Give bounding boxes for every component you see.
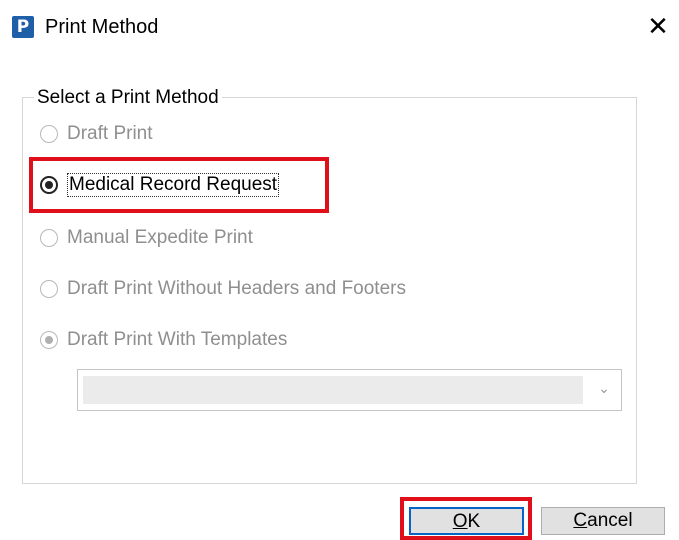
title-bar: P Print Method ✕ <box>0 0 679 60</box>
app-icon: P <box>12 16 34 38</box>
radio-circle-icon <box>40 125 58 143</box>
dialog-title: Print Method <box>45 16 159 38</box>
radio-circle-icon <box>40 280 58 298</box>
template-select-value <box>83 376 583 404</box>
cancel-label: ancel <box>587 510 633 531</box>
radio-label: Draft Print Without Headers and Footers <box>67 278 406 299</box>
radio-manual-expedite-print[interactable]: Manual Expedite Print <box>40 226 253 250</box>
radio-draft-print[interactable]: Draft Print <box>40 122 153 146</box>
radio-circle-icon <box>40 229 58 247</box>
chevron-down-icon: ⌄ <box>598 380 610 396</box>
cancel-mnemonic: C <box>573 510 588 531</box>
template-select[interactable]: ⌄ <box>77 369 622 411</box>
cancel-button[interactable]: Cancel <box>541 507 665 535</box>
radio-draft-print-without-headers[interactable]: Draft Print Without Headers and Footers <box>40 277 406 301</box>
red-highlight-box <box>400 497 532 540</box>
group-legend: Select a Print Method <box>34 87 222 109</box>
radio-label: Draft Print <box>67 123 153 144</box>
radio-label: Manual Expedite Print <box>67 227 253 248</box>
radio-selected-disabled-icon <box>40 331 58 349</box>
radio-draft-print-with-templates[interactable]: Draft Print With Templates <box>40 328 287 352</box>
red-highlight-box <box>29 157 329 213</box>
radio-label: Draft Print With Templates <box>67 329 288 350</box>
close-icon[interactable]: ✕ <box>646 14 670 40</box>
